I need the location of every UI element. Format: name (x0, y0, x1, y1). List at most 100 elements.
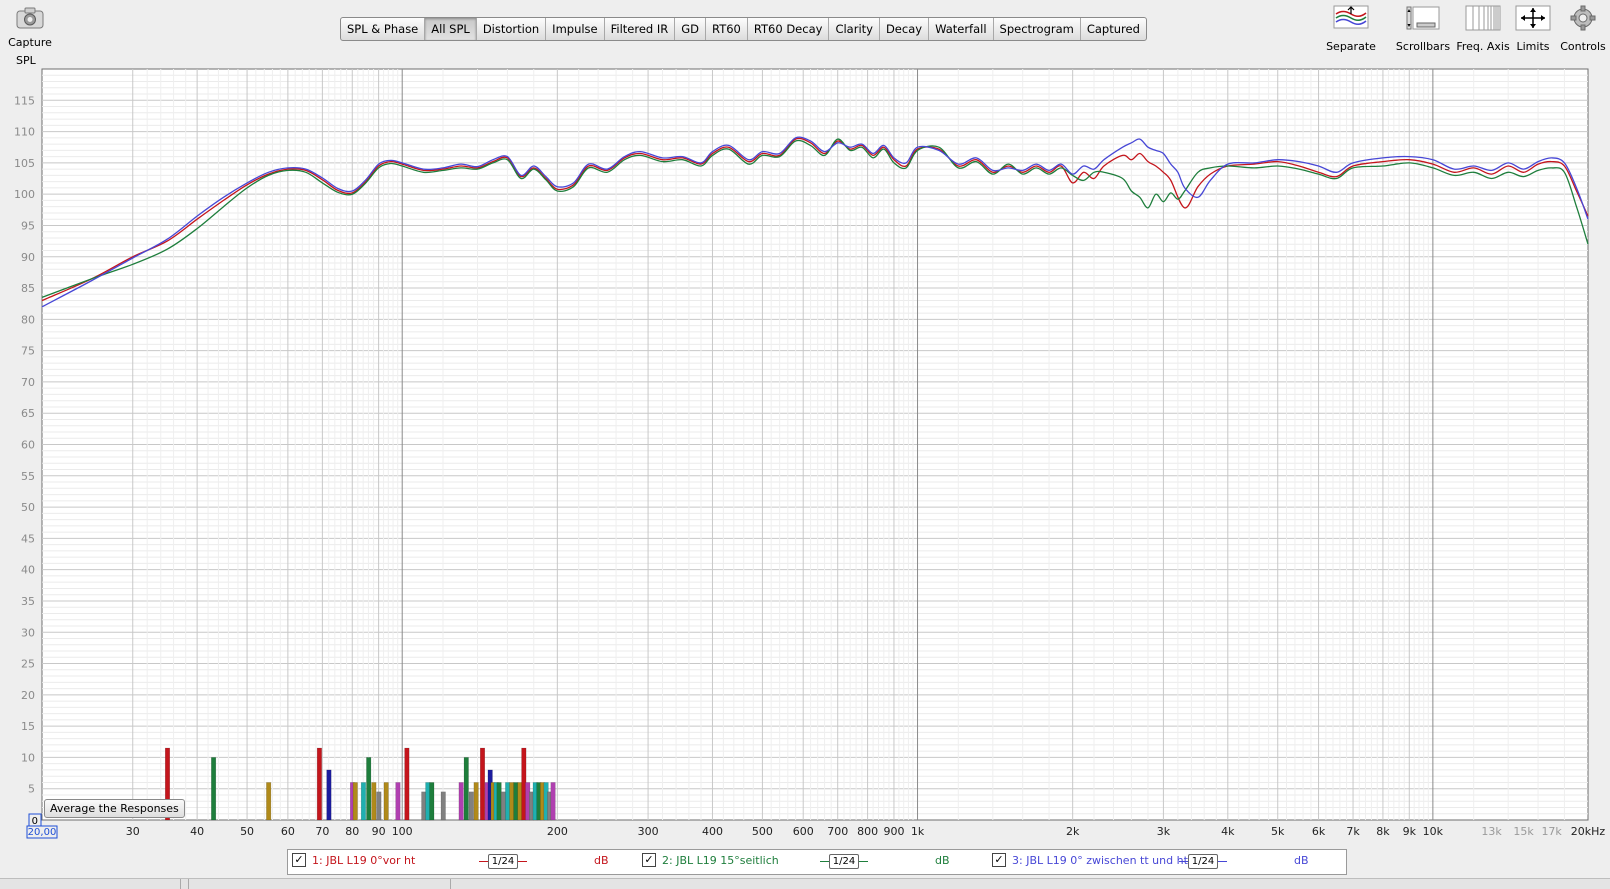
legend-checkbox-1[interactable]: ✓ (292, 853, 306, 867)
average-responses-button[interactable]: Average the Responses (44, 799, 185, 818)
x-tick-label: 900 (883, 825, 904, 838)
smoothing-button-2[interactable]: 1/24 (829, 854, 859, 869)
x-tick-label: 17k (1541, 825, 1562, 838)
legend-item-3: ✓ 3: JBL L19 0° zwischen tt und ht 1/24 … (992, 853, 1342, 871)
peak-marker (404, 747, 410, 821)
freq-axis-label: Freq. Axis (1456, 40, 1510, 53)
peak-marker (326, 769, 332, 821)
x-tick-label: 10k (1423, 825, 1444, 838)
freq-axis-button[interactable]: Freq. Axis (1452, 5, 1514, 53)
tab-spl-phase[interactable]: SPL & Phase (341, 18, 426, 40)
y-tick-label: 115 (14, 94, 35, 107)
y-tick-label: 70 (21, 376, 35, 389)
legend-name-2[interactable]: 2: JBL L19 15°seitlich (662, 854, 779, 867)
peak-marker (440, 791, 446, 821)
tab-distortion[interactable]: Distortion (477, 18, 547, 40)
y-tick-label: 85 (21, 282, 35, 295)
peak-marker (376, 791, 382, 821)
y-tick-label: 95 (21, 219, 35, 232)
tab-all-spl[interactable]: All SPL (425, 18, 477, 40)
graph-tab-bar: SPL & Phase All SPL Distortion Impulse Filte… (340, 17, 1147, 41)
x-tick-label: 600 (793, 825, 814, 838)
limits-button[interactable]: Limits (1508, 5, 1558, 53)
peak-marker (473, 782, 479, 821)
legend-item-2: ✓ 2: JBL L19 15°seitlich 1/24 dB (642, 853, 982, 871)
tab-gd[interactable]: GD (675, 18, 707, 40)
tab-spectrogram[interactable]: Spectrogram (994, 18, 1081, 40)
frequency-axis-icon (1465, 5, 1501, 31)
peak-marker (352, 782, 358, 821)
x-tick-label: 300 (638, 825, 659, 838)
scrollbars-icon (1406, 6, 1440, 30)
measurement-legend: ✓ 1: JBL L19 0°vor ht 1/24 dB ✓ 2: JBL L… (287, 849, 1347, 875)
y-tick-label: 30 (21, 626, 35, 639)
y-tick-label: 45 (21, 532, 35, 545)
spl-graph[interactable]: 5 10 15 20 25 30 35 40 45 50 55 60 65 70 75 80 85 90 95 100… (0, 66, 1610, 848)
legend-unit-3: dB (1294, 854, 1309, 867)
x-tick-label: 700 (827, 825, 848, 838)
x-tick-label: 70 (315, 825, 329, 838)
tab-clarity[interactable]: Clarity (829, 18, 880, 40)
legend-name-3[interactable]: 3: JBL L19 0° zwischen tt und ht (1012, 854, 1188, 867)
peak-marker (463, 757, 469, 821)
x-tick-label: 9k (1403, 825, 1417, 838)
y-tick-label: 100 (14, 188, 35, 201)
legend-unit-2: dB (935, 854, 950, 867)
peak-marker (366, 757, 372, 821)
y-tick-label: 65 (21, 407, 35, 420)
legend-name-1[interactable]: 1: JBL L19 0°vor ht (312, 854, 415, 867)
x-tick-label: 800 (857, 825, 878, 838)
peak-marker (468, 791, 474, 821)
y-tick-label: 75 (21, 345, 35, 358)
y-tick-label: 35 (21, 595, 35, 608)
smoothing-button-3[interactable]: 1/24 (1188, 854, 1218, 869)
peak-marker (316, 747, 322, 821)
x-tick-label: 3k (1157, 825, 1171, 838)
tab-decay[interactable]: Decay (880, 18, 930, 40)
peak-marker (509, 782, 515, 821)
tab-impulse[interactable]: Impulse (546, 18, 605, 40)
legend-checkbox-3[interactable]: ✓ (992, 853, 1006, 867)
tab-filtered-ir[interactable]: Filtered IR (605, 18, 676, 40)
separate-traces-icon (1333, 5, 1369, 29)
peak-marker (360, 782, 366, 821)
tab-waterfall[interactable]: Waterfall (929, 18, 994, 40)
y-tick-label: 80 (21, 313, 35, 326)
separate-button[interactable]: Separate (1320, 5, 1382, 53)
tab-rt60-decay[interactable]: RT60 Decay (748, 18, 830, 40)
y-tick-label: 20 (21, 689, 35, 702)
separate-label: Separate (1326, 40, 1376, 53)
limits-label: Limits (1516, 40, 1550, 53)
x-tick-label: 60 (281, 825, 295, 838)
controls-button[interactable]: Controls (1560, 5, 1606, 53)
tab-captured[interactable]: Captured (1081, 18, 1146, 40)
peak-marker (505, 782, 511, 821)
x-start-label: 20,00 (28, 827, 57, 838)
y-tick-label: 40 (21, 564, 35, 577)
legend-checkbox-2[interactable]: ✓ (642, 853, 656, 867)
tab-rt60[interactable]: RT60 (706, 18, 748, 40)
peak-marker (496, 782, 502, 821)
peak-marker (480, 747, 486, 821)
y-origin-label: 0 (32, 816, 38, 827)
peak-marker (395, 782, 401, 821)
y-tick-label: 90 (21, 251, 35, 264)
peak-marker (429, 782, 435, 821)
y-tick-label: 5 (28, 783, 35, 796)
capture-button[interactable]: Capture (8, 6, 52, 49)
legend-unit-1: dB (594, 854, 609, 867)
x-tick-label: 5k (1271, 825, 1285, 838)
peak-marker (211, 757, 217, 821)
x-tick-label: 200 (547, 825, 568, 838)
scrollbars-label: Scrollbars (1395, 40, 1451, 53)
x-tick-label: 4k (1221, 825, 1235, 838)
peak-marker (500, 791, 506, 821)
x-tick-label: 100 (392, 825, 413, 838)
peak-marker (371, 782, 377, 821)
x-tick-label: 400 (702, 825, 723, 838)
smoothing-button-1[interactable]: 1/24 (488, 854, 518, 869)
x-tick-label: 20kHz (1571, 825, 1606, 838)
y-tick-label: 110 (14, 126, 35, 139)
scrollbars-button[interactable]: Scrollbars (1392, 5, 1454, 53)
y-tick-label: 50 (21, 501, 35, 514)
